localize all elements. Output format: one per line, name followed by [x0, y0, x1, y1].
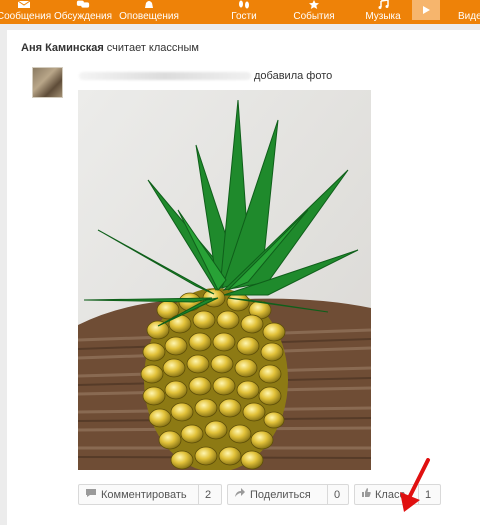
top-navigation: Сообщения Обсуждения Оповещения Гости Со…: [0, 0, 480, 24]
nav-item-discussions[interactable]: Обсуждения: [48, 0, 118, 24]
comment-button[interactable]: Комментировать 2: [78, 484, 222, 505]
chat-bubbles-icon: [76, 0, 90, 9]
nav-label-video: Виде: [458, 11, 480, 22]
nav-item-guests[interactable]: Гости: [222, 0, 266, 24]
video-play-icon: [412, 0, 440, 20]
share-count: 0: [334, 488, 341, 501]
nav-label-discussions: Обсуждения: [53, 11, 113, 22]
nav-item-music[interactable]: Музыка: [362, 0, 404, 24]
star-icon: [307, 0, 321, 9]
thumbs-up-icon: [361, 488, 371, 501]
author-action: добавила фото: [254, 70, 333, 82]
nav-label-guests: Гости: [231, 11, 257, 22]
pineapple-candy-photo: [78, 90, 371, 470]
post-photo[interactable]: [78, 90, 371, 470]
nav-item-notifications[interactable]: Оповещения: [118, 0, 180, 24]
comment-icon: [85, 488, 97, 501]
feed-header: Аня Каминская считает классным: [21, 42, 199, 54]
envelope-icon: [17, 0, 31, 9]
footprints-icon: [237, 0, 251, 9]
share-label: Поделиться: [250, 488, 311, 501]
share-arrow-icon: [234, 488, 246, 501]
liker-action: считает классным: [106, 42, 199, 54]
share-button[interactable]: Поделиться 0: [227, 484, 349, 505]
nav-item-video[interactable]: Виде: [412, 0, 480, 24]
red-arrow-annotation: [400, 458, 430, 512]
nav-label-events: События: [293, 11, 335, 22]
nav-label-messages: Сообщения: [0, 11, 52, 22]
nav-item-events[interactable]: События: [290, 0, 338, 24]
blurred-author-name[interactable]: [79, 72, 251, 80]
bell-icon: [142, 0, 156, 9]
avatar[interactable]: [32, 67, 63, 98]
nav-label-notifications: Оповещения: [119, 11, 179, 22]
nav-item-messages[interactable]: Сообщения: [0, 0, 52, 24]
comment-label: Комментировать: [101, 488, 187, 501]
feed-card: Аня Каминская считает классным добавила …: [7, 30, 480, 525]
nav-label-music: Музыка: [365, 11, 401, 22]
music-note-icon: [376, 0, 390, 9]
author-row: добавила фото: [79, 69, 332, 83]
comment-count: 2: [205, 488, 212, 501]
liker-name[interactable]: Аня Каминская: [21, 42, 104, 54]
